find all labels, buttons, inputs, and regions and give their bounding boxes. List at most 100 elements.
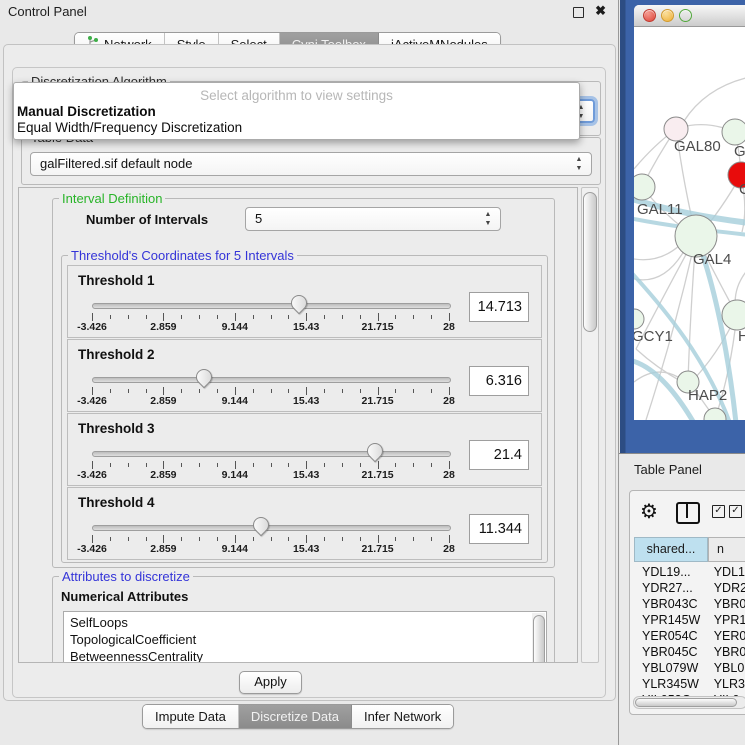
table-cell[interactable]: YBL0 [709,660,745,676]
slider-track[interactable] [92,451,451,457]
slider-handle[interactable] [249,514,272,537]
columns-icon[interactable] [676,502,700,524]
float-window-icon[interactable] [573,7,584,18]
slider-track[interactable] [92,525,451,531]
table-cell[interactable]: YLR3 [709,676,745,692]
table-row[interactable]: YBL079WYBL0 [634,660,745,676]
table-panel-titlebar: Table Panel [619,453,745,483]
list-scrollbar-thumb[interactable] [533,615,545,663]
table-row[interactable]: YLR345WYLR3 [634,676,745,692]
number-of-intervals-combobox[interactable]: 5 ▲▼ [245,207,501,231]
tick-label: 9.144 [222,543,248,555]
checkbox-icon[interactable]: ✓ [712,505,725,518]
table-row[interactable]: YBR045CYBR0 [634,644,745,660]
numerical-attributes-list: SelfLoopsTopologicalCoefficientBetweenne… [63,611,547,663]
attribute-list-item[interactable]: TopologicalCoefficient [64,631,530,648]
tick-label: -3.426 [77,543,107,555]
network-node[interactable] [722,300,745,330]
panel-scrollbar[interactable] [581,187,599,663]
slider-handle[interactable] [192,366,215,389]
slider-ruler [92,535,449,543]
table-cell[interactable]: YPR1 [709,612,745,628]
slider-handle[interactable] [364,440,387,463]
table-cell[interactable]: YDR27... [634,580,709,596]
tick-label: 21.715 [362,321,394,333]
network-node-label: HAP2 [688,387,727,404]
interval-definition-label: Interval Definition [59,191,165,206]
threshold-4-row: Threshold 4 -3.4262.8599.14415.4321.7152… [67,487,542,560]
dropdown-option-equal-width-frequency[interactable]: Equal Width/Frequency Discretization [17,120,242,135]
table-cell[interactable]: YPR145W [634,612,709,628]
threshold-1-value[interactable]: 14.713 [469,292,529,322]
screen: Control Panel ✖ Network Style Select Cyn… [0,0,745,745]
slider-tick-labels: -3.4262.8599.14415.4321.71528 [92,543,449,556]
table-cell[interactable]: YDL19... [634,564,709,580]
network-canvas[interactable]: GAL80GACGAL11GAL4GCY1HHAP2 [634,27,745,420]
tick-label: -3.426 [77,321,107,333]
table-horizontal-scrollbar[interactable] [633,696,745,709]
list-scrollbar[interactable] [532,613,545,663]
tick-label: 15.43 [293,543,319,555]
threshold-3-value[interactable]: 21.4 [469,440,529,470]
table-cell[interactable]: YLR345W [634,676,709,692]
minimize-traffic-light-icon[interactable] [661,9,674,22]
network-node-label: GAL4 [693,251,731,268]
tick-label: 2.859 [150,321,176,333]
table-cell[interactable]: YBL079W [634,660,709,676]
close-icon[interactable]: ✖ [595,3,606,19]
tick-label: 21.715 [362,543,394,555]
column-header-shared-name[interactable]: shared... [634,537,708,562]
table-row[interactable]: YER054CYER0 [634,628,745,644]
network-node[interactable] [634,309,644,329]
discretize-data-panel: Discretization Algorithm ▲▼ Table Data g… [12,67,606,698]
threshold-4-value[interactable]: 11.344 [469,514,529,544]
zoom-traffic-light-icon[interactable] [679,9,692,22]
tick-label: 28 [443,395,455,407]
table-cell[interactable]: YDL1 [709,564,745,580]
tick-label: -3.426 [77,395,107,407]
slider-tick-labels: -3.4262.8599.14415.4321.71528 [92,469,449,482]
table-row[interactable]: YBR043CYBR0 [634,596,745,612]
table-row[interactable]: YDR27...YDR2 [634,580,745,596]
panel-scrollbar-thumb[interactable] [583,192,597,332]
table-row[interactable]: YDL19...YDL1 [634,564,745,580]
network-window-titlebar[interactable] [634,5,745,27]
network-node-label: GAL11 [637,201,683,218]
apply-button[interactable]: Apply [239,671,302,694]
table-cell[interactable]: YBR045C [634,644,709,660]
table-cell[interactable]: YER0 [709,628,745,644]
tab-discretize-data[interactable]: Discretize Data [239,705,352,728]
tab-infer-network[interactable]: Infer Network [352,705,453,728]
table-cell[interactable]: YDR2 [709,580,745,596]
table-cell[interactable]: YBR0 [709,644,745,660]
gear-icon[interactable]: ⚙ [640,499,658,524]
network-node[interactable] [722,119,745,145]
column-header-name[interactable]: n [708,537,745,562]
table-scrollbar-thumb[interactable] [635,698,737,707]
table-data-combobox[interactable]: galFiltered.sif default node ▲▼ [30,152,592,176]
table-cell[interactable]: YER054C [634,628,709,644]
tab-impute-data[interactable]: Impute Data [143,705,239,728]
tick-label: -3.426 [77,469,107,481]
close-traffic-light-icon[interactable] [643,9,656,22]
table-cell[interactable]: YBR0 [709,596,745,612]
table-row[interactable]: YPR145WYPR1 [634,612,745,628]
tick-label: 9.144 [222,469,248,481]
table-cell[interactable]: YBR043C [634,596,709,612]
threshold-2-value[interactable]: 6.316 [469,366,529,396]
slider-handle[interactable] [288,292,311,315]
network-node[interactable] [634,174,655,200]
slider-tick-labels: -3.4262.8599.14415.4321.71528 [92,395,449,408]
slider-track[interactable] [92,303,451,309]
network-node-label: GAL80 [674,138,721,155]
tick-label: 2.859 [150,543,176,555]
checkbox-icon[interactable]: ✓ [729,505,742,518]
number-of-intervals-label: Number of Intervals [86,212,208,227]
node-table-body: YDL19...YDL1YDR27...YDR2YBR043CYBR0YPR14… [634,564,745,708]
attribute-list-item[interactable]: SelfLoops [64,614,530,631]
attribute-list-item[interactable]: BetweennessCentrality [64,648,530,663]
slider-track[interactable] [92,377,451,383]
attributes-group-label: Attributes to discretize [59,569,193,584]
combo-stepper-icon: ▲▼ [483,210,493,228]
dropdown-option-manual-discretization[interactable]: Manual Discretization [17,104,156,119]
